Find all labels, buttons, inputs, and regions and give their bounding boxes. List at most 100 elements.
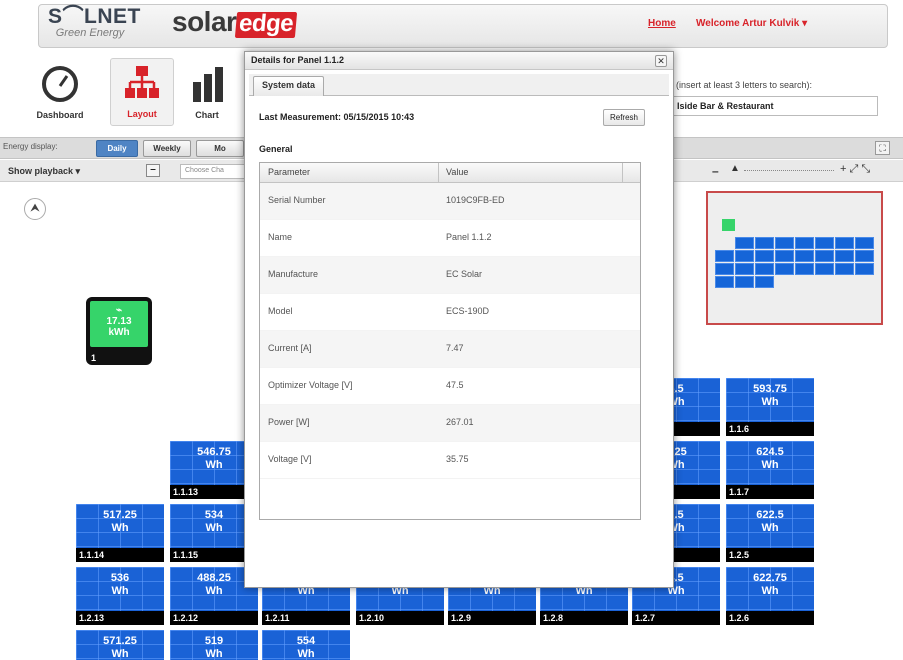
parameter-cell: Serial Number (268, 195, 326, 205)
minimap-panel (735, 237, 754, 249)
minimap-panel (735, 250, 754, 262)
show-playback-dropdown[interactable]: Show playback ▾ (8, 166, 80, 177)
panel-value: 593.75 (753, 383, 787, 395)
chart-label: Chart (195, 110, 219, 120)
minimap-panel (715, 250, 734, 262)
table-row[interactable]: Name Panel 1.1.2 (260, 220, 640, 257)
panel-id: 1.2.13 (76, 611, 164, 625)
panel-id: 1.1.6 (726, 422, 814, 436)
panel-tile[interactable]: 536 Wh 1.2.13 (76, 567, 164, 625)
panel-tile[interactable]: 571.25 Wh (76, 630, 164, 660)
dialog-tabbar: System data (249, 74, 669, 96)
panel-details-dialog: Details for Panel 1.1.2 ✕ System data La… (244, 51, 674, 588)
table-row[interactable]: Manufacture EC Solar (260, 257, 640, 294)
panel-unit: Wh (761, 396, 779, 408)
value-cell: 267.01 (446, 417, 474, 427)
home-link[interactable]: Home (648, 18, 676, 29)
column-divider (438, 163, 439, 183)
dashboard-label: Dashboard (36, 110, 84, 120)
dashboard-button[interactable]: Dashboard (28, 58, 92, 126)
panel-value: 519 (204, 635, 224, 647)
panel-tile[interactable]: 624.5 Wh 1.1.7 (726, 441, 814, 499)
compass-icon[interactable]: ⮝ (24, 198, 46, 220)
panel-value: 624.5 (756, 446, 784, 458)
panel-id: 1.2.5 (726, 548, 814, 562)
inverter-id: 1 (91, 353, 97, 363)
table-row[interactable]: Voltage [V] 35.75 (260, 442, 640, 479)
minimap-panel (755, 276, 774, 288)
panel-value: 622.75 (753, 572, 787, 584)
minimap-panel (815, 263, 834, 275)
zoom-in-icon[interactable]: + (840, 163, 846, 175)
table-row[interactable]: Current [A] 7.47 (260, 331, 640, 368)
chart-button[interactable]: Chart (175, 58, 239, 126)
site-search-input[interactable] (670, 96, 878, 116)
panel-tile[interactable]: 622.5 Wh 1.2.5 (726, 504, 814, 562)
solaredge-logo: solaredge (172, 8, 298, 38)
site-minimap[interactable] (706, 191, 883, 325)
table-header: Parameter Value (260, 163, 640, 183)
panel-id: 1.2.11 (262, 611, 350, 625)
minus-icon[interactable]: – (146, 164, 160, 177)
weekly-button[interactable]: Weekly (143, 140, 191, 157)
zoom-slider-track[interactable] (744, 170, 834, 171)
zoom-controls: + ⤢ ⤡ (840, 163, 870, 176)
search-label: (insert at least 3 letters to search): (676, 80, 813, 90)
table-row[interactable]: Optimizer Voltage [V] 47.5 (260, 368, 640, 405)
panel-tile[interactable]: 519 Wh (170, 630, 258, 660)
table-row[interactable]: Serial Number 1019C9FB-ED (260, 183, 640, 220)
close-icon[interactable]: ✕ (655, 55, 667, 67)
panel-tile[interactable]: 622.75 Wh 1.2.6 (726, 567, 814, 625)
table-row[interactable]: Power [W] 267.01 (260, 405, 640, 442)
inverter-value: 17.13 (106, 316, 132, 327)
panel-unit: Wh (111, 585, 129, 597)
minimap-panel (855, 250, 874, 262)
parameter-cell: Model (268, 306, 293, 316)
panel-unit: Wh (761, 522, 779, 534)
minimap-panel (835, 237, 854, 249)
tab-system-data[interactable]: System data (253, 76, 325, 96)
panel-unit: Wh (761, 585, 779, 597)
zoom-out-icon[interactable]: – (712, 164, 719, 178)
choose-chart-select[interactable]: Choose Cha (180, 164, 250, 179)
monthly-button[interactable]: Mo (196, 140, 244, 157)
daily-button[interactable]: Daily (96, 140, 138, 157)
inverter-tile[interactable]: ⌁ 17.13 kWh 1 (86, 297, 152, 365)
value-cell: Panel 1.1.2 (446, 232, 492, 242)
panel-id: 1.2.6 (726, 611, 814, 625)
dialog-title: Details for Panel 1.1.2 (245, 52, 673, 70)
minimap-panel (775, 237, 794, 249)
bar-chart-icon (193, 67, 223, 102)
minimap-panel (775, 263, 794, 275)
refresh-button[interactable]: Refresh (603, 109, 645, 126)
panel-tile[interactable]: 554 Wh (262, 630, 350, 660)
general-heading: General (259, 144, 293, 154)
column-header-value[interactable]: Value (446, 167, 468, 177)
fullscreen-icon[interactable]: ⛶ (875, 141, 890, 155)
fit-icon[interactable]: ⤢ (850, 163, 859, 175)
inverter-glyph: ⌁ (115, 305, 123, 316)
value-cell: 1019C9FB-ED (446, 195, 505, 205)
collapse-icon[interactable]: ⤡ (861, 163, 870, 175)
panel-id: 1.1.7 (726, 485, 814, 499)
parameter-cell: Current [A] (268, 343, 312, 353)
user-menu[interactable]: Welcome Artur Kulvik ▾ (696, 18, 807, 29)
layout-button[interactable]: Layout (110, 58, 174, 126)
value-cell: 47.5 (446, 380, 464, 390)
table-row[interactable]: Model ECS-190D (260, 294, 640, 331)
panel-id: 1.2.9 (448, 611, 536, 625)
value-cell: 35.75 (446, 454, 469, 464)
column-header-parameter[interactable]: Parameter (268, 167, 310, 177)
panel-id: 1.2.7 (632, 611, 720, 625)
minimap-panel (795, 263, 814, 275)
panel-tile[interactable]: 517.25 Wh 1.1.14 (76, 504, 164, 562)
minimap-panel (815, 237, 834, 249)
minimap-panel (795, 237, 814, 249)
panel-tile[interactable]: 593.75 Wh 1.1.6 (726, 378, 814, 436)
zoom-slider-thumb[interactable]: ▲ (730, 163, 740, 174)
solnet-logo: S⌒LNET Green Energy (48, 6, 140, 39)
minimap-panel (755, 263, 774, 275)
minimap-panel (715, 263, 734, 275)
column-divider (622, 163, 623, 183)
minimap-panel (755, 250, 774, 262)
